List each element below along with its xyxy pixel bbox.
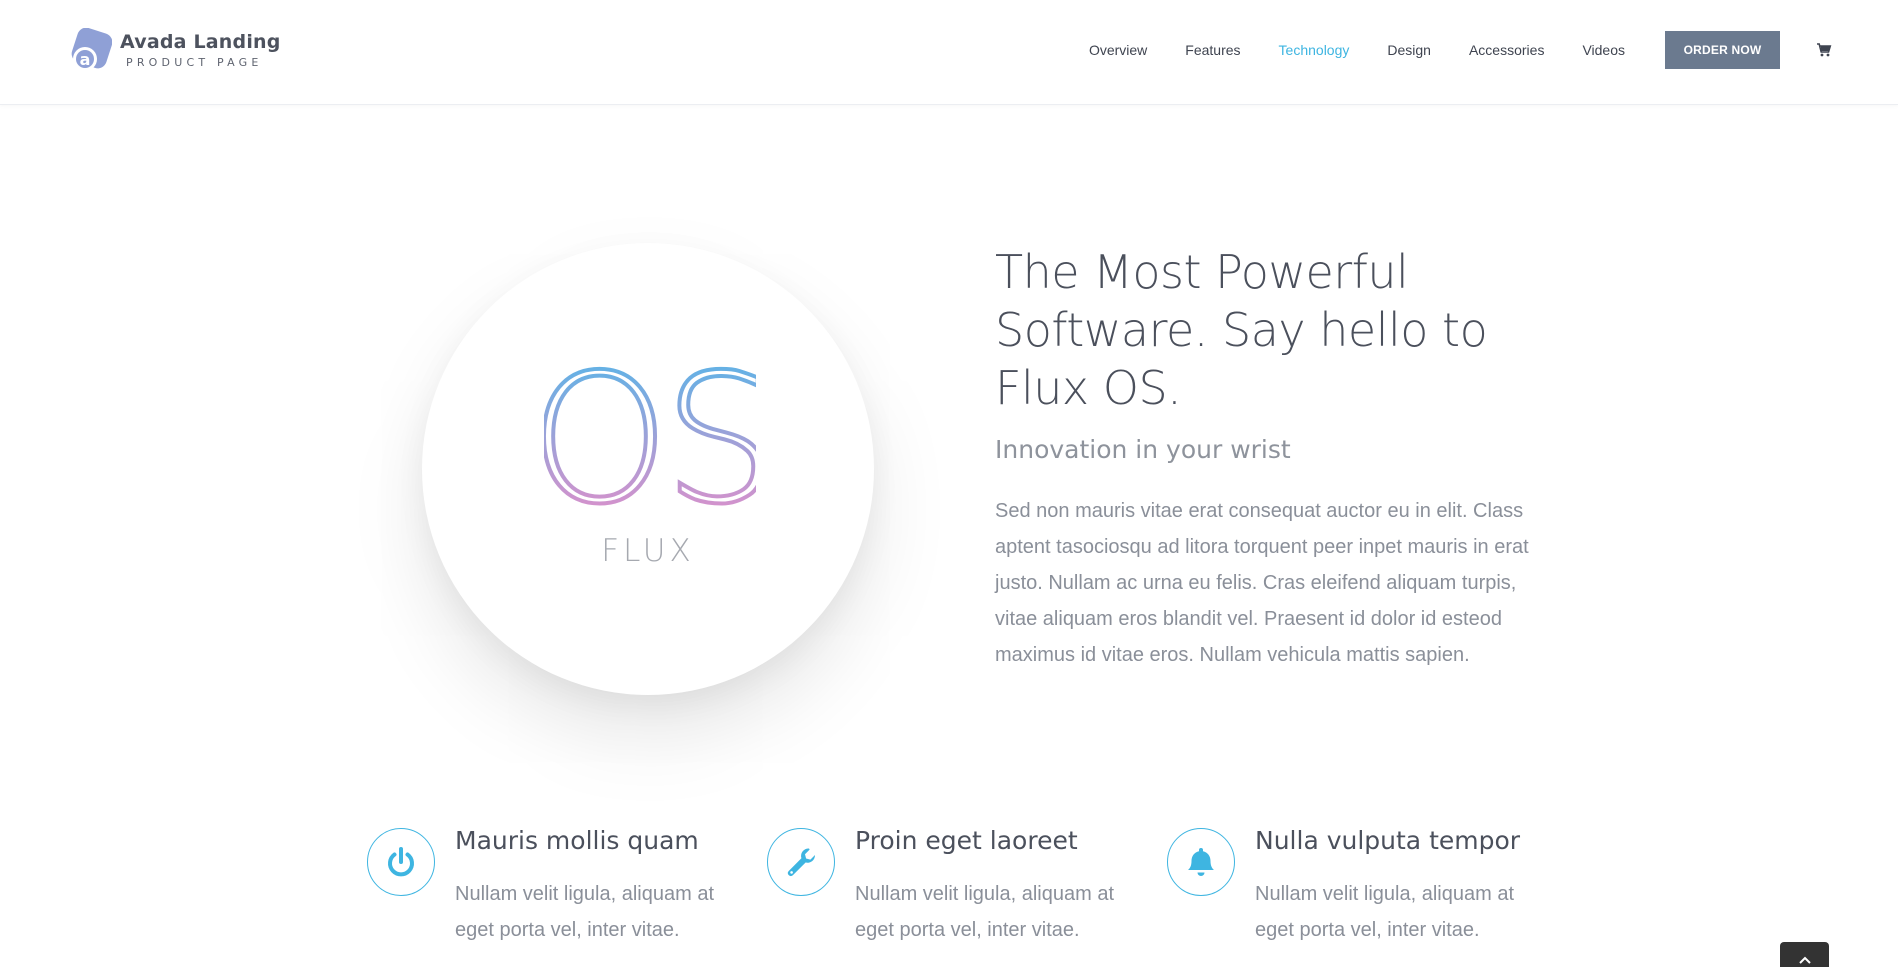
hero-subtitle: Innovation in your wrist — [995, 435, 1291, 464]
site-header: a Avada Landing PRODUCT PAGE Overview Fe… — [0, 0, 1898, 105]
site-logo[interactable]: a Avada Landing PRODUCT PAGE — [66, 28, 281, 74]
feature-title: Proin eget laoreet — [855, 826, 1078, 855]
feature-text: Nullam velit ligula, aliquam at eget por… — [1255, 883, 1515, 941]
order-now-button[interactable]: ORDER NOW — [1665, 31, 1780, 69]
feature-text: Nullam velit ligula, aliquam at eget por… — [455, 883, 715, 941]
feature-title: Mauris mollis quam — [455, 826, 699, 855]
nav-design[interactable]: Design — [1387, 42, 1431, 58]
main-nav: Overview Features Technology Design Acce… — [1089, 0, 1898, 100]
nav-overview[interactable]: Overview — [1089, 42, 1147, 58]
bell-icon — [1167, 828, 1235, 896]
flux-wordmark: FLUX — [601, 533, 695, 569]
logo-title: Avada Landing — [120, 31, 281, 53]
feature-title: Nulla vulputa tempor — [1255, 826, 1521, 855]
nav-technology[interactable]: Technology — [1279, 42, 1350, 58]
wrench-icon — [767, 828, 835, 896]
nav-accessories[interactable]: Accessories — [1469, 42, 1544, 58]
logo-text: Avada Landing PRODUCT PAGE — [120, 31, 281, 71]
os-text: OS — [544, 363, 756, 511]
hero-body: Sed non mauris vitae erat consequat auct… — [995, 500, 1529, 666]
logo-subtitle: PRODUCT PAGE — [126, 56, 263, 69]
feature-text: Nullam velit ligula, aliquam at eget por… — [855, 883, 1115, 941]
shopping-cart-icon[interactable] — [1816, 42, 1832, 58]
scroll-to-top-button[interactable] — [1780, 942, 1829, 967]
nav-features[interactable]: Features — [1185, 42, 1240, 58]
power-icon — [367, 828, 435, 896]
chevron-up-icon — [1798, 956, 1811, 964]
os-logotype: OS — [544, 363, 756, 511]
logo-mark-icon: a — [71, 28, 112, 71]
hero-title: The Most Powerful Software. Say hello to… — [995, 245, 1488, 415]
flux-os-emblem: OS FLUX — [422, 243, 874, 695]
logo-mark-letter: a — [80, 50, 91, 69]
nav-videos[interactable]: Videos — [1582, 42, 1625, 58]
